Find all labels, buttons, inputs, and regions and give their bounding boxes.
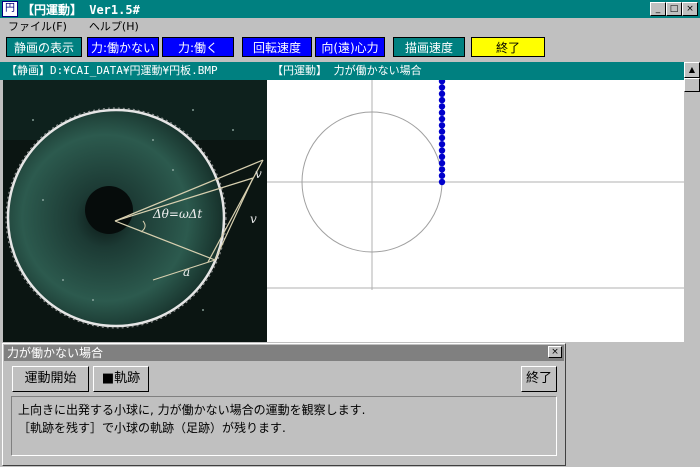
force-off-button[interactable]: 力:働かない (87, 37, 159, 57)
panel-header: 【静画】D:¥CAI_DATA¥円運動¥円板.BMP 【円運動】 力が働かない場… (0, 62, 684, 80)
trace-button[interactable]: ■軌跡 (93, 366, 149, 392)
vertical-scrollbar[interactable]: ▲ (684, 62, 700, 342)
ball-dot (438, 134, 446, 142)
ball-dot (438, 159, 446, 167)
message-line-2: ［軌跡を残す］で小球の軌跡（足跡）が残ります. (18, 421, 286, 435)
close-button[interactable]: × (682, 2, 698, 16)
force-on-button[interactable]: 力:働く (162, 37, 234, 57)
rotation-speed-button[interactable]: 回転速度 (242, 37, 312, 57)
start-motion-button[interactable]: 運動開始 (12, 366, 89, 392)
centripetal-force-button[interactable]: 向(遠)心力 (315, 37, 385, 57)
menu-help[interactable]: ヘルプ(H) (89, 18, 139, 34)
message-line-1: 上向きに出発する小球に, 力が働かない場合の運動を観察します. (18, 403, 366, 417)
ball-dot (438, 109, 446, 116)
title-bar: 円 【円運動】 Ver1.5# _ □ × (0, 0, 700, 18)
ball-dot (438, 178, 446, 186)
formula-label: Δθ=ωΔt (152, 207, 202, 221)
menu-bar: ファイル(F) ヘルプ(H) (0, 18, 700, 34)
image-path-label: 【静画】D:¥CAI_DATA¥円運動¥円板.BMP (6, 64, 218, 77)
accel-label: a (183, 265, 190, 279)
app-icon[interactable]: 円 (2, 1, 18, 17)
ball-dot (438, 96, 446, 104)
ball-dot (438, 128, 446, 135)
message-box: 上向きに出発する小球に, 力が働かない場合の運動を観察します. ［軌跡を残す］で… (11, 396, 557, 456)
ball-trace (438, 78, 446, 186)
scroll-thumb[interactable] (684, 78, 700, 92)
ball-dot (438, 166, 446, 173)
minimize-button[interactable]: _ (650, 2, 666, 16)
ball-dot (438, 122, 446, 129)
velocity-label-1: v (255, 167, 262, 181)
window-title: 【円運動】 Ver1.5# (22, 2, 140, 17)
ball-dot (438, 90, 446, 97)
ball-dot (438, 84, 446, 91)
simulation-title: 【円運動】 力が働かない場合 (272, 64, 422, 77)
ball-dot (438, 78, 446, 85)
ball-dot (438, 141, 446, 148)
disk-photo-drawing: Δθ=ωΔt v v a (3, 80, 267, 342)
ball-dot (438, 172, 446, 179)
scroll-up-icon[interactable]: ▲ (684, 62, 700, 78)
disk-photo: Δθ=ωΔt v v a (3, 80, 267, 342)
velocity-label-2: v (250, 212, 257, 226)
dialog-title: 力が働かない場合 (4, 345, 564, 361)
simulation-canvas (267, 78, 684, 342)
simulation-drawing (267, 78, 684, 290)
ball-dot (438, 103, 446, 110)
dialog-exit-button[interactable]: 終了 (521, 366, 557, 392)
show-still-button[interactable]: 静画の表示 (6, 37, 82, 57)
toolbar: 静画の表示 力:働かない 力:働く 回転速度 向(遠)心力 描画速度 終了 (0, 35, 700, 60)
info-dialog: 力が働かない場合 × 運動開始 ■軌跡 終了 上向きに出発する小球に, 力が働か… (2, 343, 566, 466)
maximize-button[interactable]: □ (666, 2, 682, 16)
ball-dot (438, 115, 446, 123)
dialog-close-icon[interactable]: × (548, 346, 562, 358)
ball-dot (438, 153, 446, 160)
exit-button[interactable]: 終了 (471, 37, 545, 57)
draw-speed-button[interactable]: 描画速度 (393, 37, 465, 57)
ball-dot (438, 147, 446, 154)
menu-file[interactable]: ファイル(F) (8, 18, 67, 34)
